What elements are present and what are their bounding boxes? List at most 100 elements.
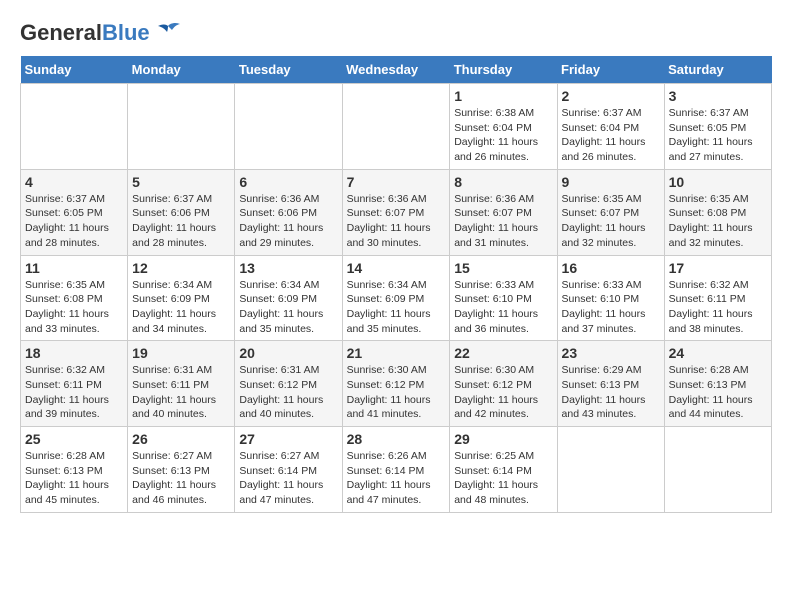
- calendar-cell: 24Sunrise: 6:28 AM Sunset: 6:13 PM Dayli…: [664, 341, 771, 427]
- day-info: Sunrise: 6:36 AM Sunset: 6:07 PM Dayligh…: [347, 192, 446, 251]
- calendar-cell: 5 Sunrise: 6:37 AM Sunset: 6:06 PM Daylig…: [128, 169, 235, 255]
- calendar-cell: 23 Sunrise: 6:29 AM Sunset: 6:13 PM Dayli…: [557, 341, 664, 427]
- calendar-cell: 28Sunrise: 6:26 AM Sunset: 6:14 PM Dayli…: [342, 427, 450, 513]
- calendar-cell: 1 Sunrise: 6:38 AM Sunset: 6:04 PM Daylig…: [450, 84, 557, 170]
- day-number: 15: [454, 260, 552, 276]
- calendar-cell: 16Sunrise: 6:33 AM Sunset: 6:10 PM Dayli…: [557, 255, 664, 341]
- week-row-2: 4 Sunrise: 6:37 AM Sunset: 6:05 PM Daylig…: [21, 169, 772, 255]
- day-info: Sunrise: 6:35 AM Sunset: 6:07 PM Dayligh…: [562, 192, 660, 251]
- day-info: Sunrise: 6:36 AM Sunset: 6:06 PM Dayligh…: [239, 192, 337, 251]
- day-info: Sunrise: 6:33 AM Sunset: 6:10 PM Dayligh…: [454, 278, 552, 337]
- calendar-cell: [128, 84, 235, 170]
- calendar-cell: 20 Sunrise: 6:31 AM Sunset: 6:12 PM Dayli…: [235, 341, 342, 427]
- calendar-table: SundayMondayTuesdayWednesdayThursdayFrid…: [20, 56, 772, 513]
- day-number: 6: [239, 174, 337, 190]
- calendar-cell: 9 Sunrise: 6:35 AM Sunset: 6:07 PM Daylig…: [557, 169, 664, 255]
- day-header-saturday: Saturday: [664, 56, 771, 84]
- calendar-cell: [342, 84, 450, 170]
- days-header-row: SundayMondayTuesdayWednesdayThursdayFrid…: [21, 56, 772, 84]
- day-header-thursday: Thursday: [450, 56, 557, 84]
- logo: GeneralBlue: [20, 20, 182, 46]
- logo-text: GeneralBlue: [20, 20, 150, 46]
- calendar-cell: 15 Sunrise: 6:33 AM Sunset: 6:10 PM Dayli…: [450, 255, 557, 341]
- calendar-cell: 12 Sunrise: 6:34 AM Sunset: 6:09 PM Dayli…: [128, 255, 235, 341]
- calendar-cell: 14 Sunrise: 6:34 AM Sunset: 6:09 PM Dayli…: [342, 255, 450, 341]
- day-info: Sunrise: 6:37 AM Sunset: 6:05 PM Dayligh…: [669, 106, 767, 165]
- calendar-cell: 17Sunrise: 6:32 AM Sunset: 6:11 PM Dayli…: [664, 255, 771, 341]
- day-number: 22: [454, 345, 552, 361]
- day-number: 24: [669, 345, 767, 361]
- calendar-cell: 27 Sunrise: 6:27 AM Sunset: 6:14 PM Dayli…: [235, 427, 342, 513]
- day-number: 29: [454, 431, 552, 447]
- calendar-cell: [235, 84, 342, 170]
- day-header-tuesday: Tuesday: [235, 56, 342, 84]
- day-number: 14: [347, 260, 446, 276]
- day-number: 10: [669, 174, 767, 190]
- day-info: Sunrise: 6:36 AM Sunset: 6:07 PM Dayligh…: [454, 192, 552, 251]
- day-info: Sunrise: 6:34 AM Sunset: 6:09 PM Dayligh…: [347, 278, 446, 337]
- week-row-1: 1 Sunrise: 6:38 AM Sunset: 6:04 PM Daylig…: [21, 84, 772, 170]
- day-number: 7: [347, 174, 446, 190]
- calendar-cell: 7 Sunrise: 6:36 AM Sunset: 6:07 PM Daylig…: [342, 169, 450, 255]
- day-info: Sunrise: 6:29 AM Sunset: 6:13 PM Dayligh…: [562, 363, 660, 422]
- day-info: Sunrise: 6:34 AM Sunset: 6:09 PM Dayligh…: [239, 278, 337, 337]
- day-number: 27: [239, 431, 337, 447]
- day-header-monday: Monday: [128, 56, 235, 84]
- day-info: Sunrise: 6:35 AM Sunset: 6:08 PM Dayligh…: [669, 192, 767, 251]
- calendar-cell: 10 Sunrise: 6:35 AM Sunset: 6:08 PM Dayli…: [664, 169, 771, 255]
- page-header: GeneralBlue: [20, 20, 772, 46]
- day-info: Sunrise: 6:34 AM Sunset: 6:09 PM Dayligh…: [132, 278, 230, 337]
- calendar-cell: 3 Sunrise: 6:37 AM Sunset: 6:05 PM Daylig…: [664, 84, 771, 170]
- day-number: 23: [562, 345, 660, 361]
- calendar-cell: 4 Sunrise: 6:37 AM Sunset: 6:05 PM Daylig…: [21, 169, 128, 255]
- day-header-sunday: Sunday: [21, 56, 128, 84]
- calendar-cell: 19Sunrise: 6:31 AM Sunset: 6:11 PM Dayli…: [128, 341, 235, 427]
- day-info: Sunrise: 6:32 AM Sunset: 6:11 PM Dayligh…: [25, 363, 123, 422]
- week-row-4: 18 Sunrise: 6:32 AM Sunset: 6:11 PM Dayli…: [21, 341, 772, 427]
- day-number: 3: [669, 88, 767, 104]
- day-info: Sunrise: 6:31 AM Sunset: 6:12 PM Dayligh…: [239, 363, 337, 422]
- calendar-cell: 26 Sunrise: 6:27 AM Sunset: 6:13 PM Dayli…: [128, 427, 235, 513]
- day-number: 8: [454, 174, 552, 190]
- day-number: 5: [132, 174, 230, 190]
- day-info: Sunrise: 6:32 AM Sunset: 6:11 PM Dayligh…: [669, 278, 767, 337]
- day-info: Sunrise: 6:38 AM Sunset: 6:04 PM Dayligh…: [454, 106, 552, 165]
- calendar-cell: 11Sunrise: 6:35 AM Sunset: 6:08 PM Dayli…: [21, 255, 128, 341]
- day-info: Sunrise: 6:27 AM Sunset: 6:14 PM Dayligh…: [239, 449, 337, 508]
- day-info: Sunrise: 6:27 AM Sunset: 6:13 PM Dayligh…: [132, 449, 230, 508]
- day-info: Sunrise: 6:37 AM Sunset: 6:06 PM Dayligh…: [132, 192, 230, 251]
- day-number: 9: [562, 174, 660, 190]
- day-number: 12: [132, 260, 230, 276]
- calendar-cell: [21, 84, 128, 170]
- day-number: 26: [132, 431, 230, 447]
- calendar-cell: [557, 427, 664, 513]
- calendar-cell: 2 Sunrise: 6:37 AM Sunset: 6:04 PM Daylig…: [557, 84, 664, 170]
- day-number: 2: [562, 88, 660, 104]
- day-info: Sunrise: 6:28 AM Sunset: 6:13 PM Dayligh…: [25, 449, 123, 508]
- calendar-cell: 8 Sunrise: 6:36 AM Sunset: 6:07 PM Daylig…: [450, 169, 557, 255]
- day-header-friday: Friday: [557, 56, 664, 84]
- logo-bird-icon: [154, 22, 182, 44]
- week-row-3: 11Sunrise: 6:35 AM Sunset: 6:08 PM Dayli…: [21, 255, 772, 341]
- calendar-cell: [664, 427, 771, 513]
- day-number: 21: [347, 345, 446, 361]
- day-info: Sunrise: 6:37 AM Sunset: 6:05 PM Dayligh…: [25, 192, 123, 251]
- calendar-cell: 22Sunrise: 6:30 AM Sunset: 6:12 PM Dayli…: [450, 341, 557, 427]
- day-info: Sunrise: 6:37 AM Sunset: 6:04 PM Dayligh…: [562, 106, 660, 165]
- week-row-5: 25Sunrise: 6:28 AM Sunset: 6:13 PM Dayli…: [21, 427, 772, 513]
- day-info: Sunrise: 6:26 AM Sunset: 6:14 PM Dayligh…: [347, 449, 446, 508]
- calendar-cell: 18 Sunrise: 6:32 AM Sunset: 6:11 PM Dayli…: [21, 341, 128, 427]
- day-number: 16: [562, 260, 660, 276]
- day-number: 18: [25, 345, 123, 361]
- day-number: 11: [25, 260, 123, 276]
- day-header-wednesday: Wednesday: [342, 56, 450, 84]
- calendar-cell: 29Sunrise: 6:25 AM Sunset: 6:14 PM Dayli…: [450, 427, 557, 513]
- calendar-cell: 21 Sunrise: 6:30 AM Sunset: 6:12 PM Dayli…: [342, 341, 450, 427]
- calendar-cell: 13 Sunrise: 6:34 AM Sunset: 6:09 PM Dayli…: [235, 255, 342, 341]
- day-number: 4: [25, 174, 123, 190]
- day-number: 1: [454, 88, 552, 104]
- day-number: 13: [239, 260, 337, 276]
- day-info: Sunrise: 6:30 AM Sunset: 6:12 PM Dayligh…: [347, 363, 446, 422]
- day-number: 20: [239, 345, 337, 361]
- calendar-cell: 25Sunrise: 6:28 AM Sunset: 6:13 PM Dayli…: [21, 427, 128, 513]
